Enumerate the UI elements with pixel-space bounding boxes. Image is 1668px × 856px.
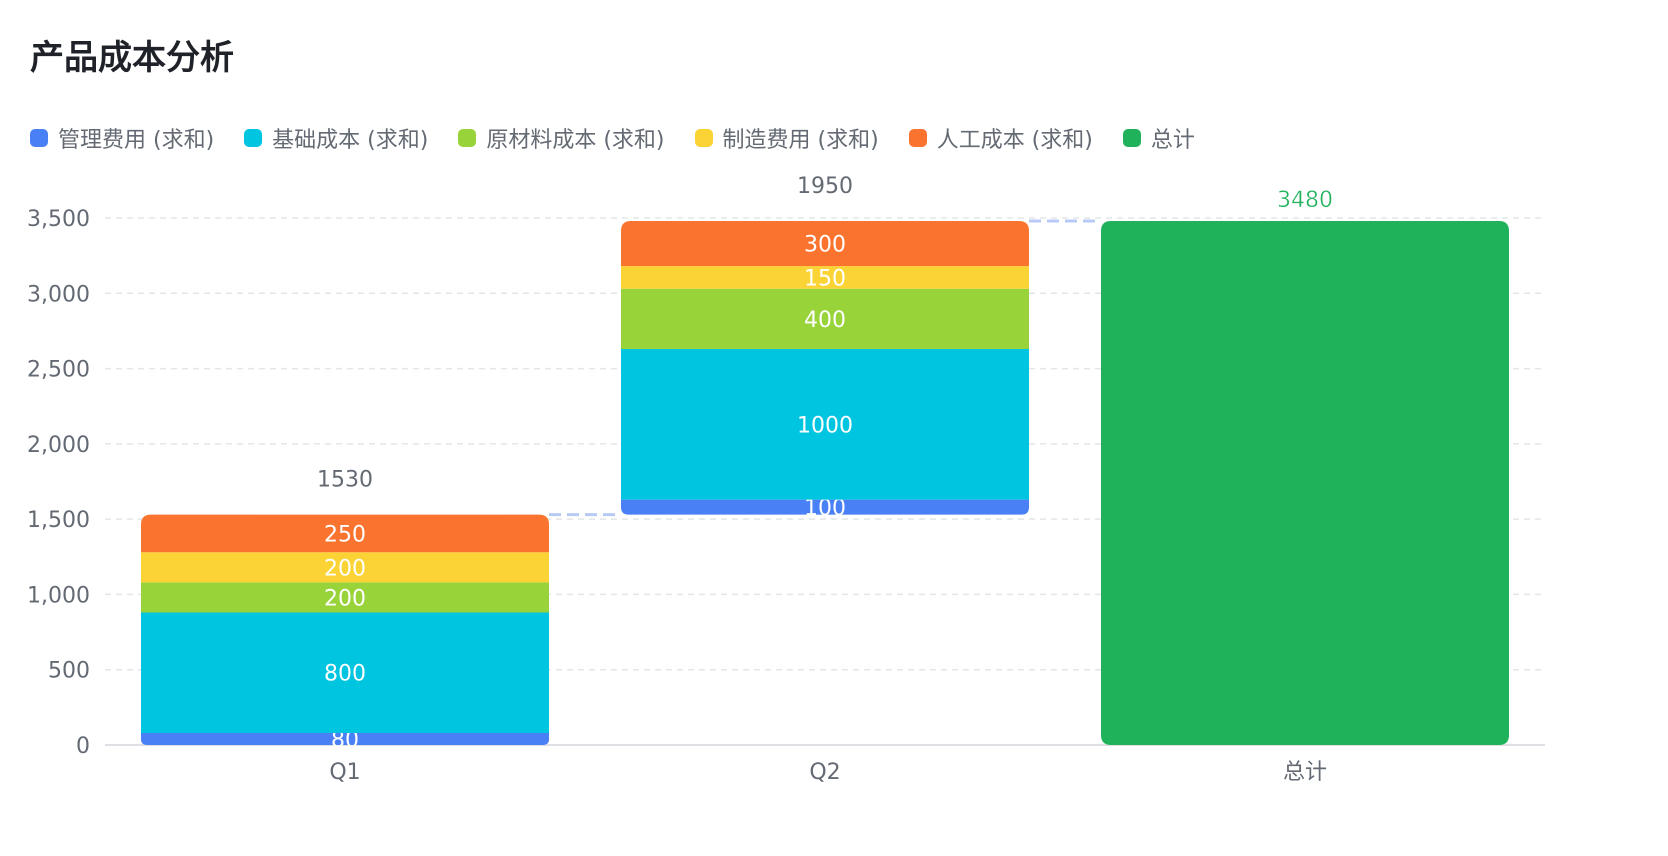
bar-segment xyxy=(1101,221,1509,746)
segment-label: 300 xyxy=(804,233,846,258)
y-tick-label: 2,000 xyxy=(27,433,90,458)
x-tick-label: Q2 xyxy=(809,760,840,785)
x-tick-label: 总计 xyxy=(1283,760,1327,785)
bar-total-label: 1950 xyxy=(797,174,853,199)
segment-label: 150 xyxy=(804,266,846,291)
segment-label: 200 xyxy=(324,586,366,611)
y-tick-label: 0 xyxy=(76,734,90,759)
segment-label: 200 xyxy=(324,556,366,581)
segment-label: 250 xyxy=(324,522,366,547)
y-tick-label: 1,500 xyxy=(27,508,90,533)
y-tick-label: 3,000 xyxy=(27,282,90,307)
segment-label: 1000 xyxy=(797,413,853,438)
segment-label: 800 xyxy=(324,662,366,687)
bar-total-label: 1530 xyxy=(317,468,373,493)
chart-plot: 05001,0001,5002,0002,5003,0003,500808002… xyxy=(27,174,1545,785)
x-tick-label: Q1 xyxy=(329,760,360,785)
y-tick-label: 500 xyxy=(48,659,90,684)
y-tick-label: 1,000 xyxy=(27,583,90,608)
total-bar-label: 3480 xyxy=(1277,188,1333,213)
y-tick-label: 3,500 xyxy=(27,207,90,232)
y-tick-label: 2,500 xyxy=(27,358,90,383)
segment-label: 400 xyxy=(804,308,846,333)
segment-label: 100 xyxy=(804,496,846,521)
